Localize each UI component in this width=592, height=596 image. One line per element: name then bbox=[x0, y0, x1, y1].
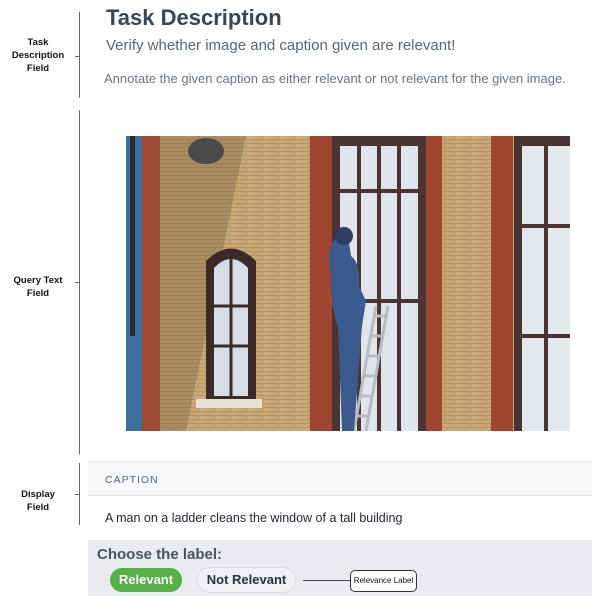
display-field-annotation: Display Field bbox=[0, 488, 76, 514]
annotation-line: Task Description Field bbox=[11, 37, 65, 74]
red-pilaster bbox=[310, 136, 332, 431]
task-title: Task Description bbox=[106, 5, 282, 30]
relevance-label-connector bbox=[303, 580, 350, 581]
red-pilaster bbox=[491, 136, 513, 431]
task-description-bracket bbox=[75, 12, 83, 98]
query-image bbox=[126, 136, 570, 431]
cleaner-head bbox=[335, 227, 353, 245]
bracket-tick bbox=[75, 56, 80, 57]
bracket-tick bbox=[75, 282, 80, 283]
task-instruction: Annotate the given caption as either rel… bbox=[104, 71, 566, 86]
annotation-line: Display Field bbox=[21, 489, 55, 513]
bracket-tick bbox=[75, 494, 80, 495]
caption-header: CAPTION bbox=[88, 461, 592, 496]
query-text-field-annotation: Query Text Field bbox=[0, 274, 76, 300]
caption-text: A man on a ladder cleans the window of a… bbox=[105, 511, 403, 525]
task-subtitle: Verify whether image and caption given a… bbox=[106, 37, 456, 54]
relevant-button[interactable]: Relevant bbox=[110, 568, 182, 592]
not-relevant-button[interactable]: Not Relevant bbox=[197, 567, 296, 593]
task-description-field-annotation: Task Description Field bbox=[0, 36, 76, 75]
red-pilaster bbox=[142, 136, 160, 431]
drainpipe bbox=[130, 136, 135, 336]
display-field-bracket bbox=[75, 463, 83, 525]
choose-label-title: Choose the label: bbox=[97, 546, 223, 563]
satellite-dish bbox=[188, 138, 224, 164]
query-text-bracket bbox=[75, 110, 83, 454]
annotation-line: Query Text Field bbox=[13, 275, 63, 299]
red-pilaster bbox=[426, 136, 442, 431]
window-sill bbox=[196, 399, 262, 408]
relevance-label-annotation: Relevance Label bbox=[350, 570, 417, 592]
